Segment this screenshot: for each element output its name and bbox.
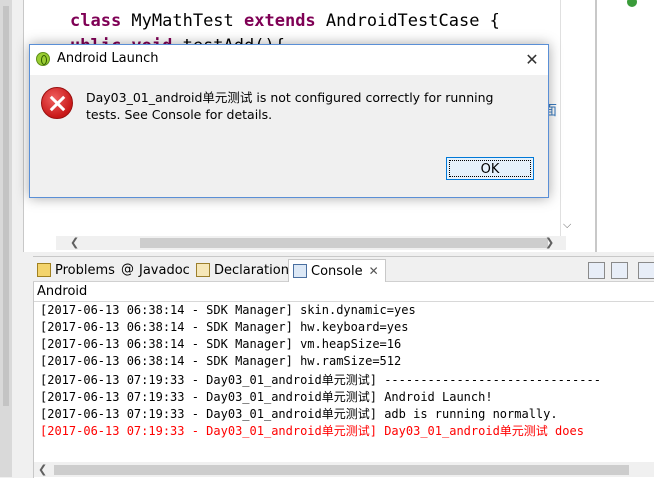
dialog-titlebar: Android Launch ✕ bbox=[30, 45, 548, 75]
editor-horizontal-scrollbar[interactable] bbox=[56, 236, 566, 250]
console-line: [2017-06-13 06:38:14 - SDK Manager] hw.r… bbox=[40, 354, 402, 368]
tab-console[interactable]: Console ✕ bbox=[288, 259, 386, 282]
console-divider bbox=[34, 301, 654, 302]
left-panel-strip bbox=[0, 0, 12, 477]
console-line: [2017-06-13 06:38:14 - SDK Manager] hw.k… bbox=[40, 320, 409, 334]
view-tabbar: Problems @ Javadoc Declaration Console ✕ bbox=[33, 257, 654, 282]
console-scroll-left-icon[interactable]: ❮ bbox=[38, 463, 47, 477]
scroll-left-arrow-icon[interactable]: ❮ bbox=[70, 236, 79, 250]
console-line: [2017-06-13 07:19:33 - Day03_01_android单… bbox=[40, 390, 493, 404]
declaration-icon bbox=[196, 263, 210, 277]
javadoc-icon: @ bbox=[121, 262, 134, 277]
android-launch-dialog: Android Launch ✕ Day03_01_android单元测试 is… bbox=[29, 44, 549, 198]
problems-icon bbox=[37, 263, 51, 277]
base-class: AndroidTestCase { bbox=[315, 11, 500, 31]
scroll-right-arrow-icon[interactable]: ❯ bbox=[545, 236, 554, 250]
console-line: [2017-06-13 07:19:33 - Day03_01_android单… bbox=[40, 373, 601, 387]
console-line: [2017-06-13 06:38:14 - SDK Manager] skin… bbox=[40, 303, 416, 317]
scroll-down-arrow-icon[interactable]: ⌵ bbox=[563, 218, 571, 232]
clear-console-icon[interactable] bbox=[588, 262, 605, 279]
code-line-class-decl: class MyMathTest extends AndroidTestCase… bbox=[70, 11, 500, 31]
dialog-title: Android Launch bbox=[57, 51, 159, 66]
console-error-line: [2017-06-13 07:19:33 - Day03_01_android单… bbox=[40, 424, 584, 438]
dialog-message: Day03_01_android单元测试 is not configured c… bbox=[86, 90, 494, 122]
error-icon bbox=[41, 87, 73, 119]
console-horizontal-scrollbar[interactable] bbox=[34, 462, 654, 477]
ok-button[interactable]: OK bbox=[446, 157, 534, 180]
console-line: [2017-06-13 07:19:33 - Day03_01_android单… bbox=[40, 407, 558, 421]
left-panel-bar bbox=[3, 6, 9, 406]
keyword-extends: extends bbox=[244, 11, 316, 31]
tab-problems[interactable]: Problems bbox=[37, 260, 115, 280]
keyword-class: class bbox=[70, 11, 122, 31]
dialog-close-button[interactable]: ✕ bbox=[518, 47, 546, 73]
scroll-lock-icon[interactable] bbox=[611, 262, 628, 279]
tab-javadoc[interactable]: @ Javadoc bbox=[121, 260, 190, 280]
editor-scroll-thumb[interactable] bbox=[140, 238, 548, 248]
console-line: [2017-06-13 06:38:14 - SDK Manager] vm.h… bbox=[40, 337, 402, 351]
console-scroll-thumb[interactable] bbox=[54, 465, 629, 475]
editor-overview-ruler bbox=[560, 0, 561, 236]
close-icon[interactable]: ✕ bbox=[369, 264, 379, 278]
tab-declaration[interactable]: Declaration bbox=[196, 260, 289, 280]
outline-pane bbox=[596, 0, 654, 252]
pin-console-icon[interactable] bbox=[638, 262, 654, 279]
tab-console-label: Console bbox=[311, 263, 363, 279]
tab-declaration-label: Declaration bbox=[214, 262, 289, 278]
tab-problems-label: Problems bbox=[55, 262, 115, 278]
tab-javadoc-label: Javadoc bbox=[139, 262, 190, 278]
class-name: MyMathTest bbox=[121, 11, 245, 31]
outline-item-icon bbox=[627, 0, 637, 7]
console-icon bbox=[293, 264, 307, 278]
console-title: Android bbox=[37, 284, 88, 299]
android-launch-icon bbox=[36, 52, 50, 66]
